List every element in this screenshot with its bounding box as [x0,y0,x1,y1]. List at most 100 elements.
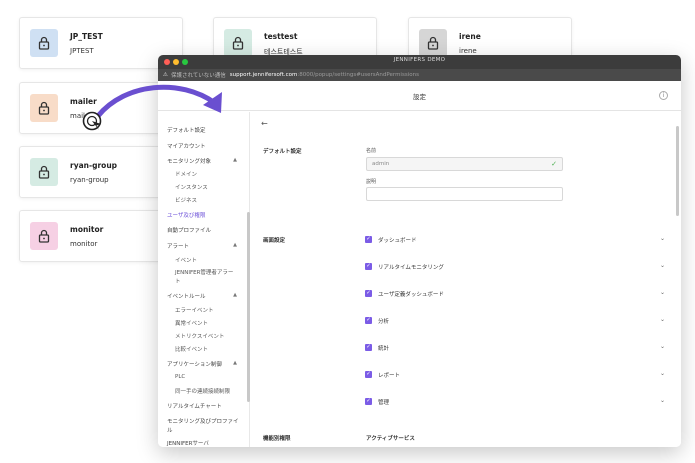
click-cursor-icon [82,111,102,131]
chevron-down-icon[interactable]: ⌄ [660,370,665,377]
chevron-down-icon[interactable]: ⌄ [660,397,665,404]
card-badge [30,222,58,250]
lock-icon [38,101,50,115]
permission-label: リアルタイムモニタリング [378,265,444,271]
name-field-label: 名前 [366,148,377,154]
sidebar-item-admin-alert-wrap[interactable]: ト [175,277,181,285]
permission-row-user-dashboard[interactable]: ✓ ユーザ定義ダッシュボード ⌄ [365,289,665,301]
chevron-down-icon[interactable]: ⌄ [660,262,665,269]
sidebar-scrollbar[interactable] [247,212,250,402]
permission-row-analysis[interactable]: ✓ 分析 ⌄ [365,316,665,328]
sidebar-item-monitoring-profile-wrap[interactable]: ル [167,426,173,434]
sidebar-item-anomaly-event[interactable]: 異常イベント [175,319,208,327]
chevron-down-icon[interactable]: ⌄ [660,289,665,296]
name-field-value: admin [372,161,390,167]
card-name: irene [459,32,481,41]
permission-label: レポート [378,373,401,379]
info-icon[interactable]: i [659,91,668,100]
url-host: support.jennifersoft.com [229,72,298,78]
back-arrow-icon[interactable]: ← [261,119,268,128]
checkbox-checked[interactable]: ✓ [365,263,372,270]
card-subtitle: monitor [70,240,98,248]
lock-icon [38,229,50,243]
caret-up-icon[interactable]: ▲ [233,157,237,163]
sidebar-item-monitoring-profile[interactable]: モニタリング及びプロファイ [167,417,239,425]
window-titlebar: JENNIFERS DEMO [158,55,681,69]
feature-permissions-label: 機能別権限 [263,436,291,442]
permission-row-statistics[interactable]: ✓ 統計 ⌄ [365,343,665,355]
chevron-down-icon[interactable]: ⌄ [660,235,665,242]
sidebar-item-domain[interactable]: ドメイン [175,170,197,178]
permission-row-dashboard[interactable]: ✓ ダッシュボード ⌄ [365,235,665,247]
permission-label: ユーザ定義ダッシュボード [378,292,444,298]
sidebar-item-compare-event[interactable]: 比較イベント [175,345,208,353]
sidebar-item-users-permissions[interactable]: ユーザ及び権限 [167,211,205,219]
permission-label: 管理 [378,400,390,406]
card-badge [419,29,447,57]
lock-icon [427,36,439,50]
card-name: testtest [264,32,298,41]
sidebar-item-alert[interactable]: アラート [167,242,189,250]
sidebar-item-error-event[interactable]: エラーイベント [175,306,214,314]
sidebar-item-business[interactable]: ビジネス [175,196,197,204]
card-name: JP_TEST [70,32,103,41]
sidebar-item-connection-limit[interactable]: 同一手の連続接続制限 [175,387,230,395]
card-badge [30,94,58,122]
settings-header: 設定 i [158,81,681,111]
sidebar-item-admin-alert[interactable]: JENNIFER管理者アラー [175,268,233,276]
permission-label: 統計 [378,346,390,352]
sidebar-item-app-control[interactable]: アプリケーション制御 [167,360,222,368]
settings-sidebar: デフォルト設定 マイアカウント モニタリング対象 ▲ ドメイン インスタンス ビ… [158,112,250,447]
url-bar[interactable]: ⚠ 保護されていない通信 support.jennifersoft.com :8… [158,69,681,81]
checkbox-checked[interactable]: ✓ [365,371,372,378]
description-field-label: 説明 [366,179,377,185]
sidebar-item-metrics-event[interactable]: メトリクスイベント [175,332,224,340]
permission-label: ダッシュボード [378,238,417,244]
card-name: monitor [70,225,104,234]
main-scrollbar[interactable] [676,126,679,216]
card-badge [30,158,58,186]
permission-row-report[interactable]: ✓ レポート ⌄ [365,370,665,382]
description-field[interactable] [366,187,563,201]
lock-icon [38,36,50,50]
checkbox-checked[interactable]: ✓ [365,344,372,351]
card-subtitle: irene [459,47,477,55]
permission-label: 分析 [378,319,390,325]
active-service-label: アクティブサービス [366,436,415,442]
sidebar-item-instance[interactable]: インスタンス [175,183,208,191]
permission-row-management[interactable]: ✓ 管理 ⌄ [365,397,665,409]
window-title: JENNIFERS DEMO [393,57,446,63]
sidebar-item-realtime-chart[interactable]: リアルタイムチャート [167,402,222,410]
caret-up-icon[interactable]: ▲ [233,360,237,366]
checkbox-checked[interactable]: ✓ [365,290,372,297]
permission-row-realtime-monitoring[interactable]: ✓ リアルタイムモニタリング ⌄ [365,262,665,274]
default-settings-label: デフォルト設定 [263,149,302,155]
checkbox-checked[interactable]: ✓ [365,236,372,243]
chevron-down-icon[interactable]: ⌄ [660,316,665,323]
lock-icon [38,165,50,179]
card-name: ryan-group [70,161,118,170]
settings-main: ← デフォルト設定 名前 admin ✓ 説明 画面設定 ✓ ダッシュボード ⌄… [251,112,681,447]
check-icon: ✓ [551,160,557,168]
screen-settings-label: 画面設定 [263,238,286,244]
sidebar-item-plc[interactable]: PLC [175,374,185,380]
name-field[interactable]: admin ✓ [366,157,563,171]
card-badge [224,29,252,57]
url-path: :8000/popup/settings#usersAndPermissions [297,72,419,78]
settings-popup-window: JENNIFERS DEMO ⚠ 保護されていない通信 support.jenn… [158,55,681,447]
sidebar-item-monitoring-targets[interactable]: モニタリング対象 [167,157,211,165]
sidebar-item-event-rules[interactable]: イベントルール [167,292,206,300]
chevron-down-icon[interactable]: ⌄ [660,343,665,350]
sidebar-item-auto-profile[interactable]: 自動プロファイル [167,226,211,234]
card-subtitle: ryan-group [70,176,109,184]
checkbox-checked[interactable]: ✓ [365,398,372,405]
checkbox-checked[interactable]: ✓ [365,317,372,324]
lock-icon [232,36,244,50]
card-subtitle: JPTEST [70,47,94,55]
sidebar-item-event[interactable]: イベント [175,256,197,264]
page-title: 設定 [413,93,426,101]
caret-up-icon[interactable]: ▲ [233,292,237,298]
sidebar-item-jennifer-server[interactable]: JENNIFERサーバ [167,439,209,447]
card-badge [30,29,58,57]
caret-up-icon[interactable]: ▲ [233,242,237,248]
